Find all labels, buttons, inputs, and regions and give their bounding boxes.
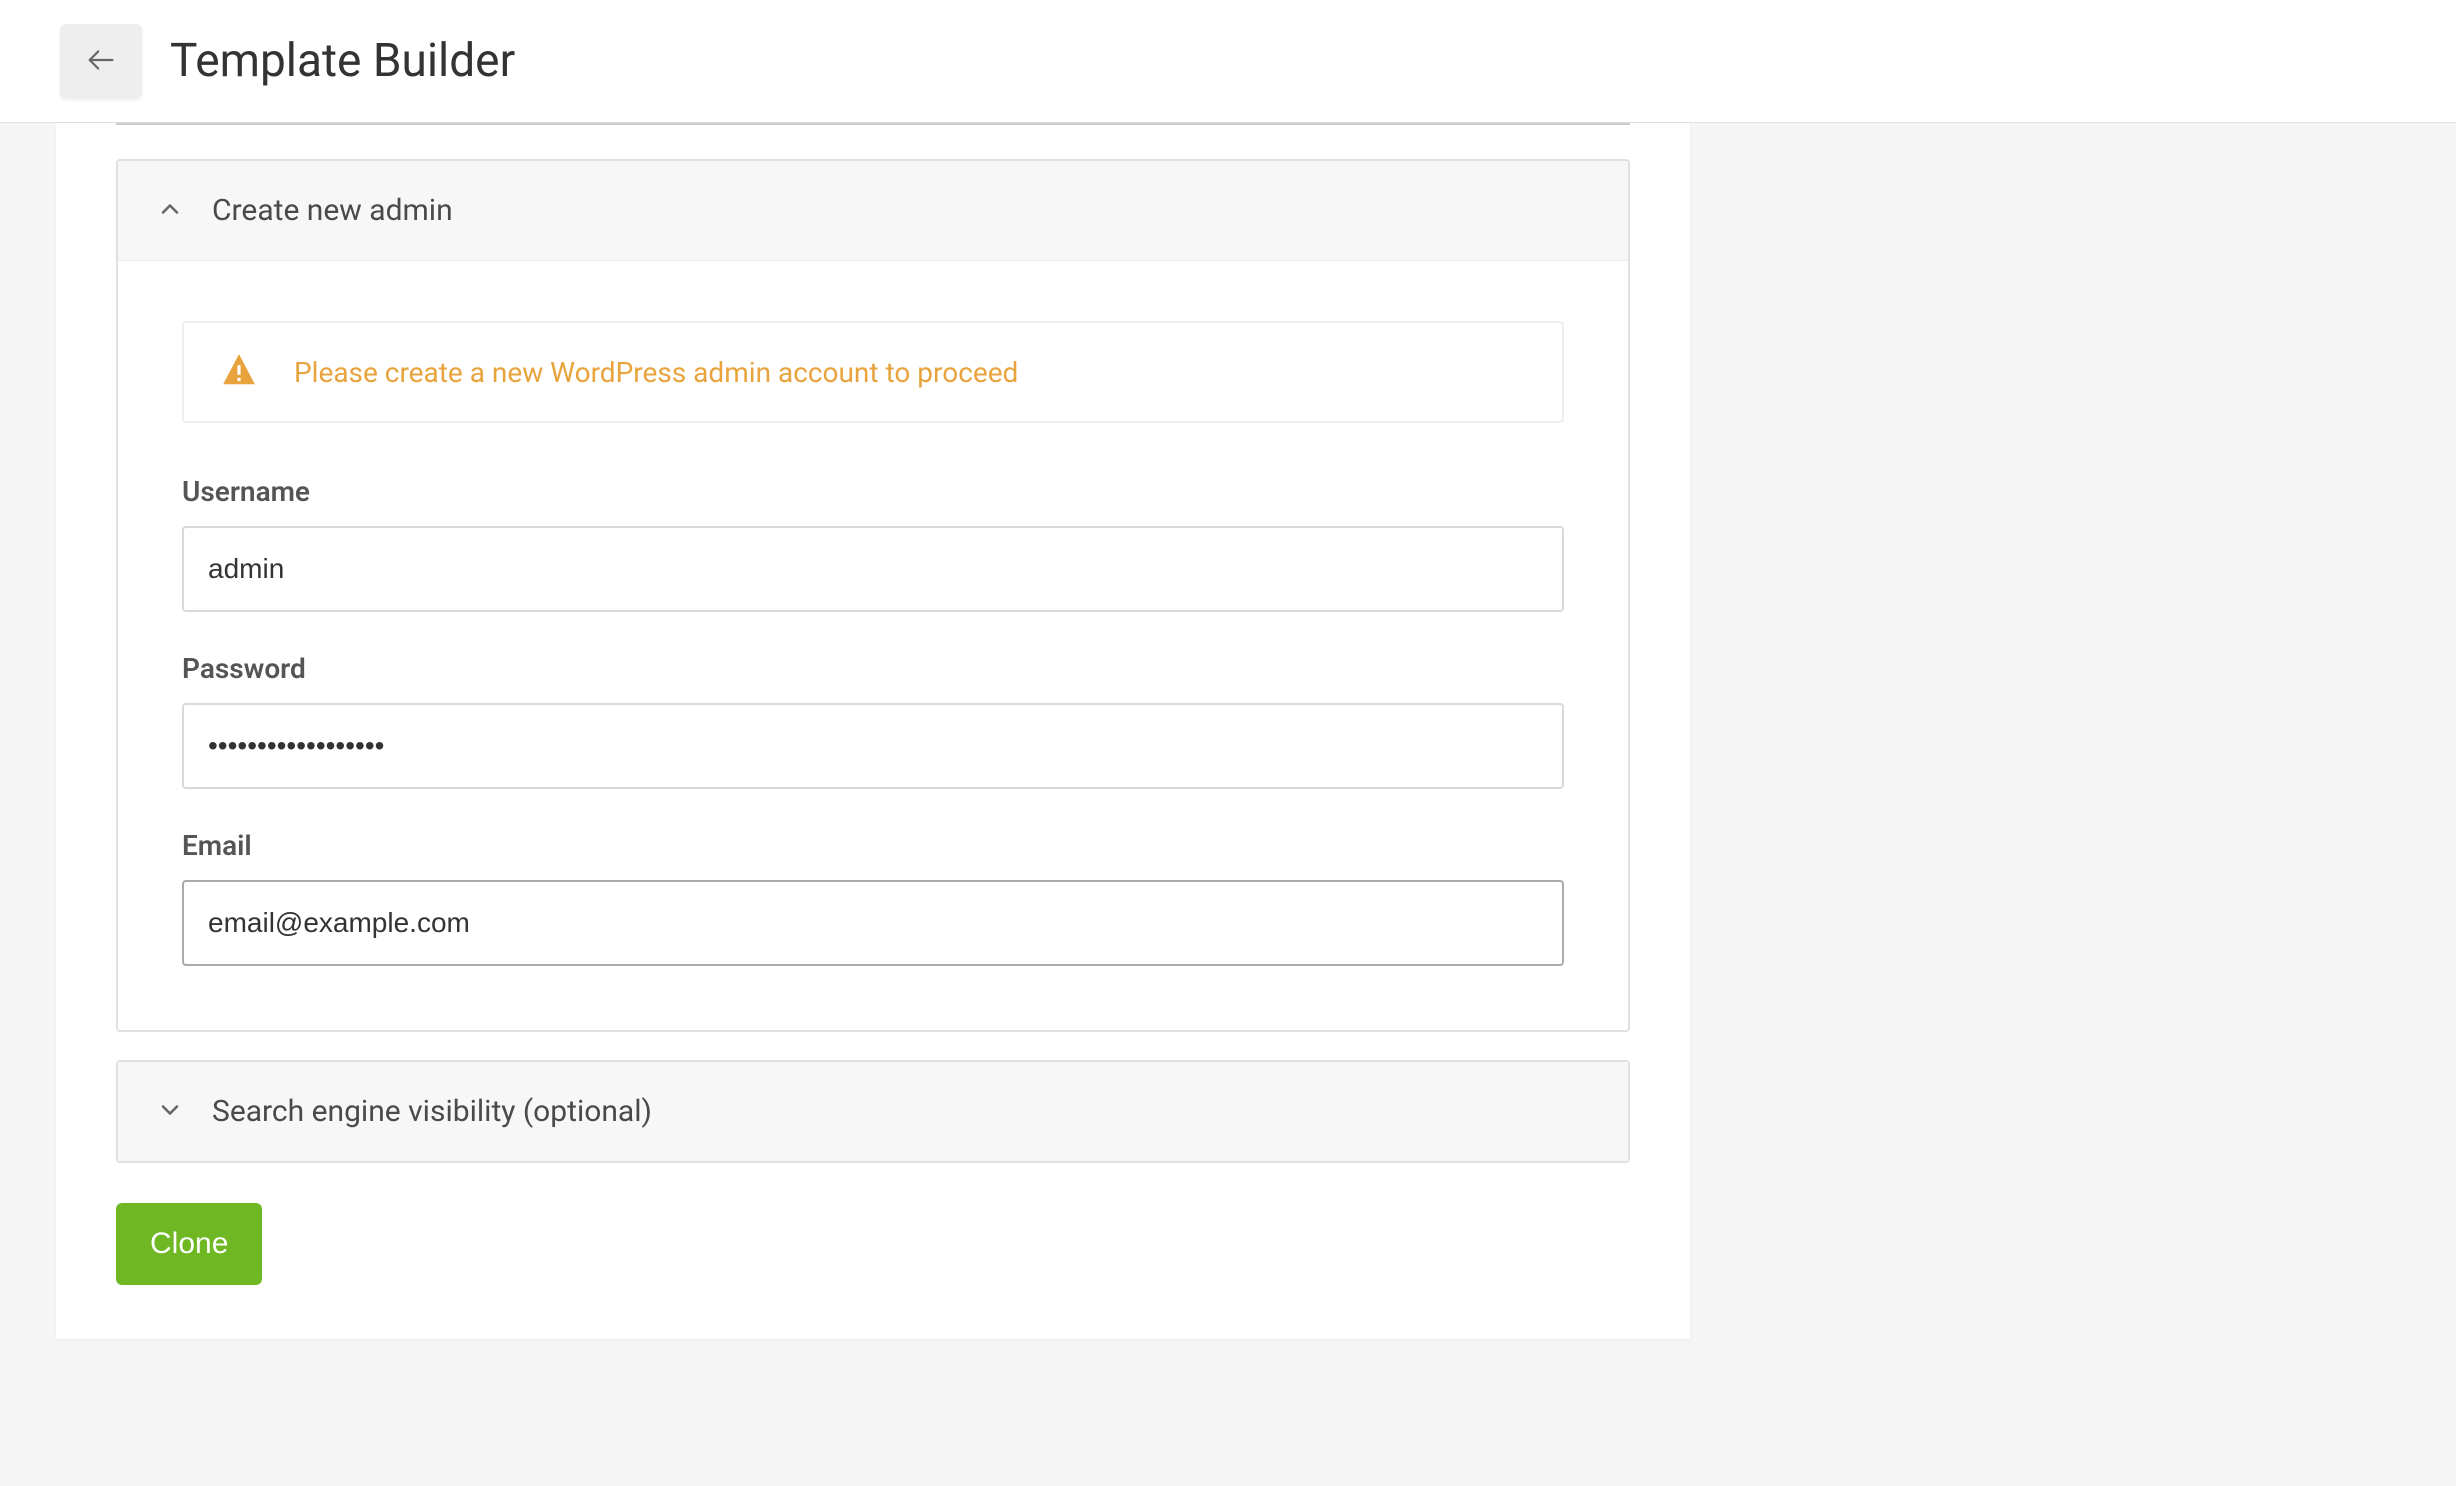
divider (116, 123, 1630, 125)
page-header: Template Builder (0, 0, 2456, 123)
email-label: Email (182, 829, 1564, 862)
content-card: Create new admin Please create a new Wor… (56, 123, 1690, 1339)
section-search-visibility-header[interactable]: Search engine visibility (optional) (118, 1062, 1628, 1161)
section-search-visibility-title: Search engine visibility (optional) (212, 1094, 652, 1129)
warning-alert: Please create a new WordPress admin acco… (182, 321, 1564, 423)
page-body: Create new admin Please create a new Wor… (0, 123, 2456, 1339)
email-input[interactable] (182, 880, 1564, 966)
section-create-admin-body: Please create a new WordPress admin acco… (118, 261, 1628, 1030)
section-create-admin-header[interactable]: Create new admin (118, 161, 1628, 261)
section-create-admin: Create new admin Please create a new Wor… (116, 159, 1630, 1032)
back-button[interactable] (60, 24, 142, 98)
form-group-password: Password (182, 652, 1564, 789)
arrow-left-icon (84, 43, 118, 80)
warning-icon (220, 351, 258, 393)
username-label: Username (182, 475, 1564, 508)
password-input[interactable] (182, 703, 1564, 789)
form-group-username: Username (182, 475, 1564, 612)
section-search-visibility: Search engine visibility (optional) (116, 1060, 1630, 1163)
username-input[interactable] (182, 526, 1564, 612)
chevron-down-icon (156, 1096, 184, 1128)
chevron-up-icon (156, 195, 184, 227)
page-title: Template Builder (170, 34, 515, 88)
form-group-email: Email (182, 829, 1564, 966)
clone-button[interactable]: Clone (116, 1203, 262, 1285)
warning-text: Please create a new WordPress admin acco… (294, 356, 1018, 389)
password-label: Password (182, 652, 1564, 685)
section-create-admin-title: Create new admin (212, 193, 453, 228)
